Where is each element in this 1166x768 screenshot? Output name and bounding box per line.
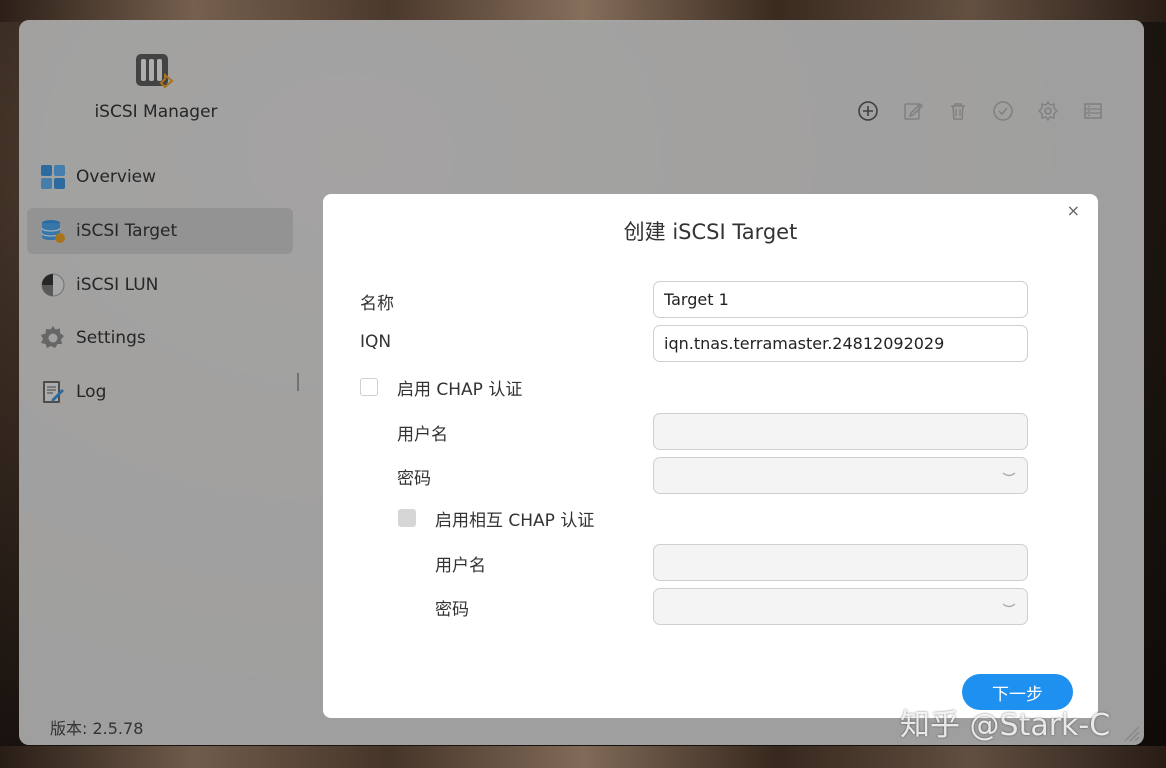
desktop-background-bottom <box>0 746 1166 768</box>
chap-password-field[interactable] <box>653 457 1028 494</box>
mutual-username-label: 用户名 <box>435 556 486 576</box>
mutual-password-label: 密码 <box>435 600 469 620</box>
mutual-chap-label: 启用相互 CHAP 认证 <box>435 511 595 531</box>
chap-username-input[interactable] <box>653 413 1028 450</box>
iqn-input[interactable] <box>653 325 1028 362</box>
name-input[interactable] <box>653 281 1028 318</box>
mutual-chap-checkbox[interactable] <box>398 509 416 527</box>
desktop-background-top <box>0 0 1166 22</box>
mutual-username-input[interactable] <box>653 544 1028 581</box>
chevron-down-icon <box>1002 603 1016 608</box>
mutual-password-field[interactable] <box>653 588 1028 625</box>
name-label: 名称 <box>360 294 394 314</box>
create-target-dialog: × 创建 iSCSI Target 名称 IQN 启用 CHAP 认证 用户名 … <box>323 194 1098 718</box>
chap-username-label: 用户名 <box>397 425 448 445</box>
chap-password-label: 密码 <box>397 469 431 489</box>
watermark: 知乎 @Stark-C <box>900 708 1111 743</box>
chap-checkbox[interactable] <box>360 378 378 396</box>
dialog-title: 创建 iSCSI Target <box>623 220 798 244</box>
window-resize-grip[interactable] <box>1121 723 1141 743</box>
chevron-down-icon <box>1002 472 1016 477</box>
iqn-label: IQN <box>360 332 392 352</box>
chap-label: 启用 CHAP 认证 <box>397 380 523 400</box>
